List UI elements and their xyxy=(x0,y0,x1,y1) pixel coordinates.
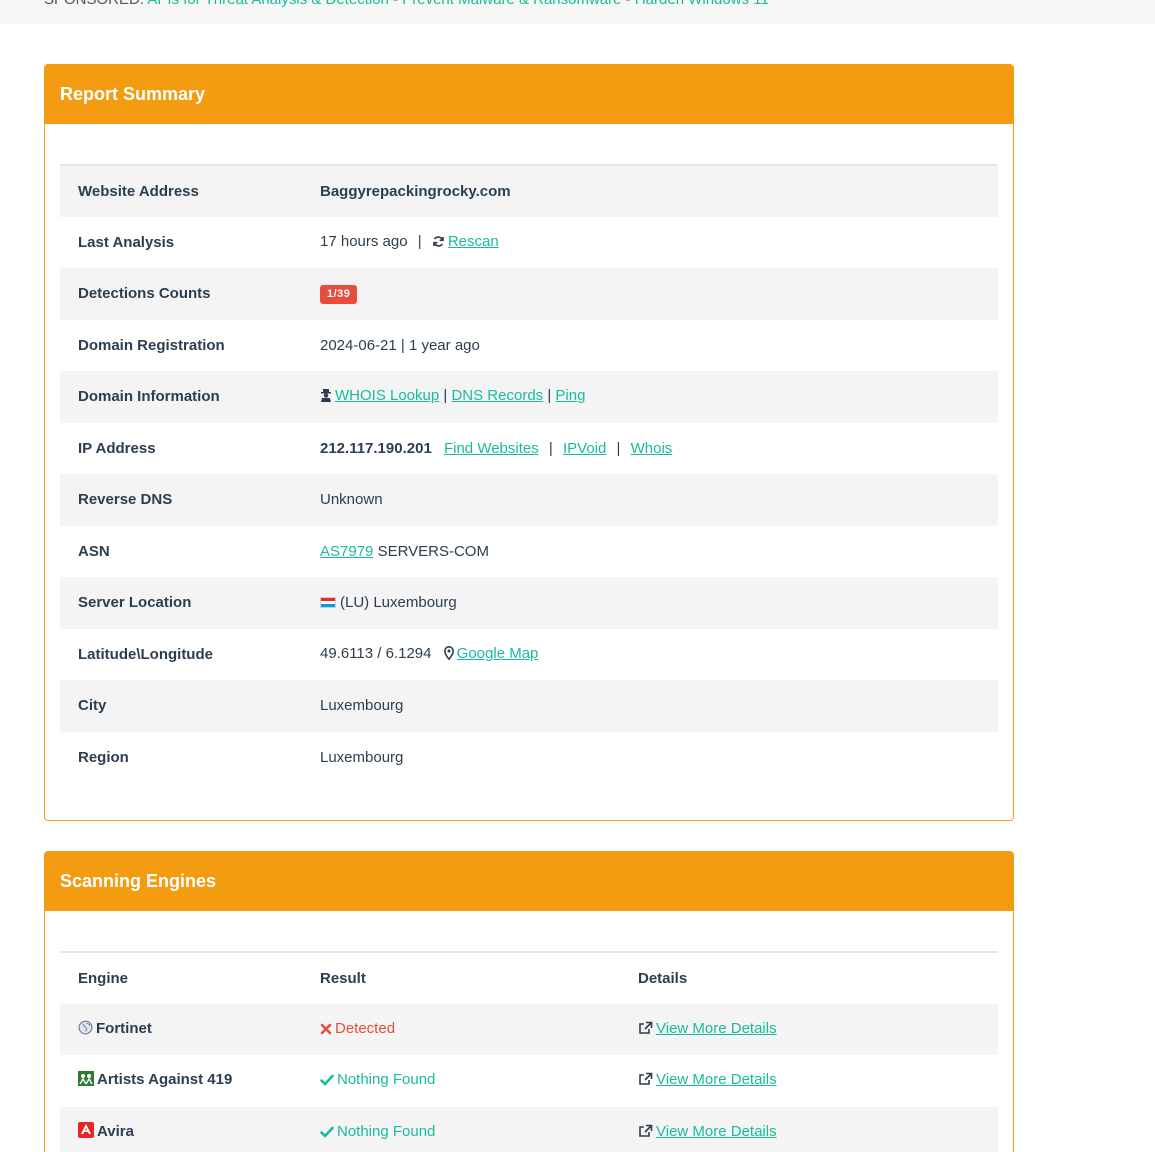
table-row: Fortinet Detected View More Details xyxy=(60,1003,998,1055)
table-row: Domain Registration 2024-06-21 | 1 year … xyxy=(60,320,998,372)
sponsored-separator: - xyxy=(626,0,631,8)
table-row: Website Address Baggyrepackingrocky.com xyxy=(60,165,998,217)
luxembourg-flag-icon xyxy=(320,597,336,609)
latitude-longitude-value: 49.6113 / 6.1294 xyxy=(320,644,432,662)
sponsored-link-malware[interactable]: Prevent Malware & Ransomware xyxy=(402,0,621,8)
find-websites-link[interactable]: Find Websites xyxy=(444,440,539,457)
sponsored-bar: SPONSORED: APIs for Threat Analysis & De… xyxy=(0,0,1155,24)
engine-name: Artists Against 419 xyxy=(97,1071,233,1089)
engine-result: Detected xyxy=(335,1019,396,1037)
table-row: Latitude\Longitude 49.6113 / 6.1294 Goog… xyxy=(60,629,998,681)
reverse-dns-label: Reverse DNS xyxy=(78,491,173,509)
separator: | xyxy=(616,439,621,457)
details-column-header: Details xyxy=(638,969,688,987)
domain-information-label: Domain Information xyxy=(78,388,220,406)
view-more-details-link[interactable]: View More Details xyxy=(656,1071,777,1088)
website-address-value: Baggyrepackingrocky.com xyxy=(320,182,511,200)
domain-registration-label: Domain Registration xyxy=(78,336,225,354)
asn-name: SERVERS-COM xyxy=(377,542,489,560)
scanning-engines-title: Scanning Engines xyxy=(45,852,1013,911)
table-header-row: Engine Result Details xyxy=(60,952,998,1004)
external-link-icon xyxy=(638,1021,653,1039)
artists-against-419-logo-icon xyxy=(78,1071,94,1090)
ip-address-label: IP Address xyxy=(78,439,156,457)
external-link-icon xyxy=(638,1124,653,1142)
scanning-engines-table: Engine Result Details Fortinet Detected xyxy=(60,951,998,1152)
ping-link[interactable]: Ping xyxy=(555,387,585,404)
view-more-details-link[interactable]: View More Details xyxy=(656,1020,777,1037)
asn-link[interactable]: AS7979 xyxy=(320,543,373,560)
user-secret-icon xyxy=(320,389,332,406)
website-address-label: Website Address xyxy=(78,182,199,200)
server-location-value: (LU) Luxembourg xyxy=(340,594,457,612)
rescan-link[interactable]: Rescan xyxy=(448,233,499,250)
table-row: Reverse DNS Unknown xyxy=(60,474,998,526)
times-icon xyxy=(320,1022,332,1039)
detections-counts-label: Detections Counts xyxy=(78,285,211,303)
engine-name: Avira xyxy=(97,1123,134,1141)
sponsored-separator: - xyxy=(393,0,398,8)
ipvoid-link[interactable]: IPVoid xyxy=(563,440,606,457)
map-marker-icon xyxy=(443,645,454,664)
separator: | xyxy=(417,232,422,250)
city-label: City xyxy=(78,697,107,715)
fortinet-globe-icon xyxy=(78,1020,93,1039)
scanning-engines-panel: Scanning Engines Engine Result Details F… xyxy=(44,851,1014,1152)
domain-registration-value: 2024-06-21 | 1 year ago xyxy=(320,336,480,354)
sponsored-link-apis[interactable]: APIs for Threat Analysis & Detection xyxy=(147,0,389,8)
report-summary-title: Report Summary xyxy=(45,65,1013,124)
whois-link[interactable]: Whois xyxy=(631,440,673,457)
sponsored-link-windows[interactable]: Harden Windows 11 xyxy=(635,0,769,8)
report-summary-panel: Report Summary Website Address Baggyrepa… xyxy=(44,64,1014,821)
ip-address-value: 212.117.190.201 xyxy=(320,439,432,457)
check-icon xyxy=(320,1125,334,1142)
dns-records-link[interactable]: DNS Records xyxy=(451,387,543,404)
engine-result: Nothing Found xyxy=(337,1122,436,1140)
table-row: City Luxembourg xyxy=(60,680,998,732)
engine-result: Nothing Found xyxy=(337,1071,436,1089)
table-row: IP Address 212.117.190.201 Find Websites… xyxy=(60,423,998,475)
result-column-header: Result xyxy=(320,969,366,987)
separator: | xyxy=(547,387,552,405)
table-row: Server Location (LU) Luxembourg xyxy=(60,577,998,629)
table-row: ASN AS7979 SERVERS-COM xyxy=(60,526,998,578)
city-value: Luxembourg xyxy=(320,697,404,715)
external-link-icon xyxy=(638,1072,653,1090)
last-analysis-label: Last Analysis xyxy=(78,233,175,251)
whois-lookup-link[interactable]: WHOIS Lookup xyxy=(335,387,439,404)
refresh-icon xyxy=(432,235,445,252)
detections-badge: 1/39 xyxy=(320,284,358,304)
table-row: Detections Counts 1/39 xyxy=(60,268,998,320)
engine-name: Fortinet xyxy=(96,1019,152,1037)
report-summary-table: Website Address Baggyrepackingrocky.com … xyxy=(60,164,998,783)
region-label: Region xyxy=(78,748,129,766)
asn-label: ASN xyxy=(78,542,110,560)
check-icon xyxy=(320,1073,334,1090)
last-analysis-value: 17 hours ago xyxy=(320,232,408,250)
avira-logo-icon xyxy=(78,1122,94,1142)
table-row: Avira Nothing Found View More Details xyxy=(60,1106,998,1152)
table-row: Artists Against 419 Nothing Found View M… xyxy=(60,1055,998,1107)
region-value: Luxembourg xyxy=(320,748,404,766)
engine-column-header: Engine xyxy=(78,969,129,987)
table-row: Region Luxembourg xyxy=(60,732,998,784)
latitude-longitude-label: Latitude\Longitude xyxy=(78,645,213,663)
google-map-link[interactable]: Google Map xyxy=(457,645,539,662)
reverse-dns-value: Unknown xyxy=(320,491,383,509)
separator: | xyxy=(548,439,553,457)
sponsored-label: SPONSORED: xyxy=(44,0,144,8)
server-location-label: Server Location xyxy=(78,594,192,612)
separator: | xyxy=(443,387,448,405)
table-row: Domain Information WHOIS Lookup | DNS Re… xyxy=(60,371,998,423)
table-row: Last Analysis 17 hours ago | Rescan xyxy=(60,217,998,269)
view-more-details-link[interactable]: View More Details xyxy=(656,1123,777,1140)
